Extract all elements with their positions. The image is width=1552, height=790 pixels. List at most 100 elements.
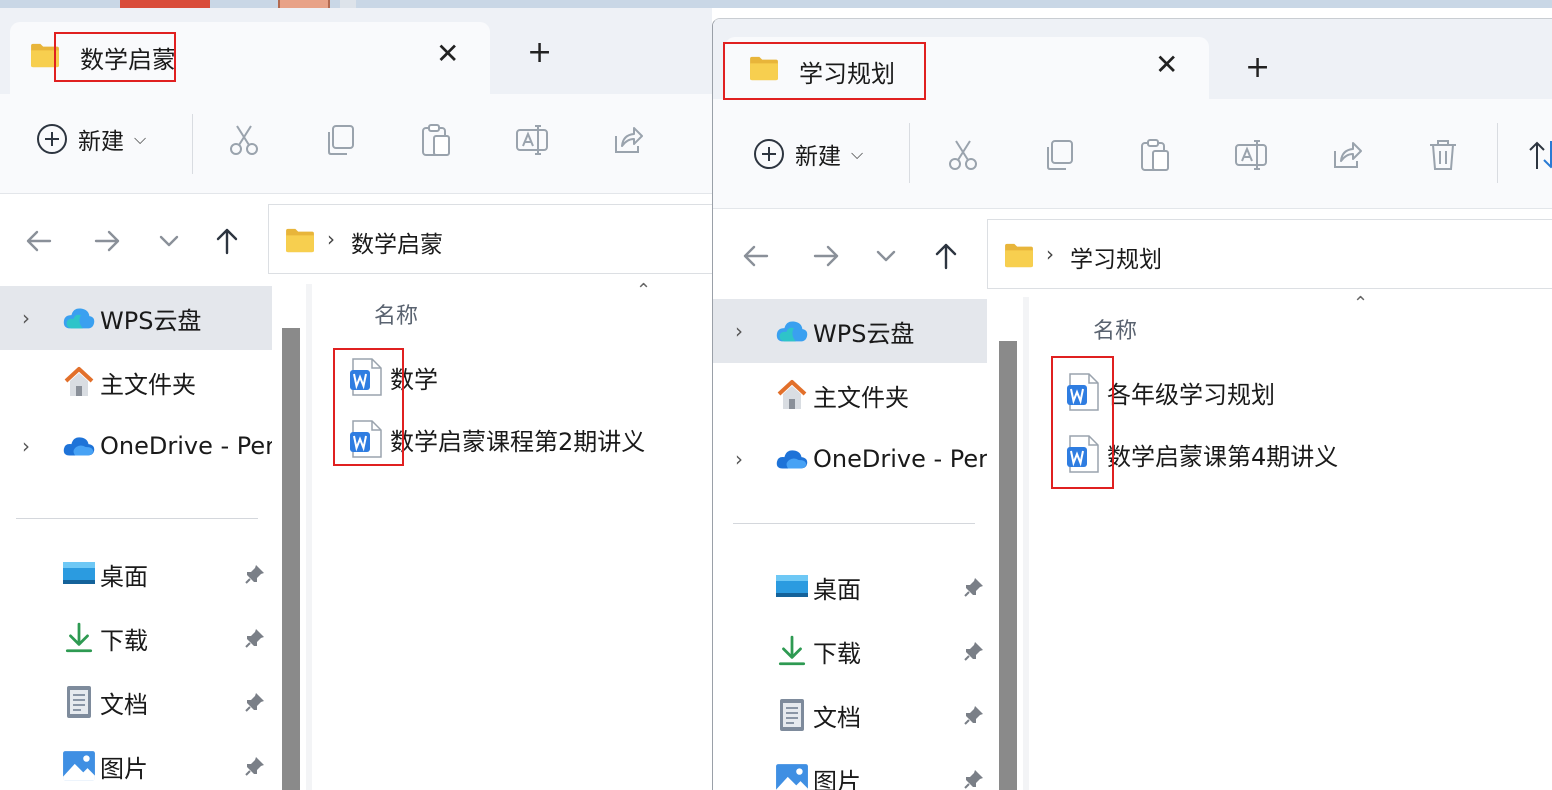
nav-item-downloads[interactable]: 下载: [713, 619, 987, 683]
chevron-down-icon: ⌵: [134, 129, 147, 148]
wps-cloud-icon: [775, 314, 809, 348]
back-arrow-icon[interactable]: [22, 224, 56, 258]
recent-locations-chevron-icon[interactable]: [152, 224, 186, 258]
nav-label: OneDrive - Pers: [100, 432, 272, 460]
close-tab-icon[interactable]: ✕: [1155, 51, 1178, 79]
folder-icon: [285, 227, 315, 253]
up-arrow-icon[interactable]: [929, 239, 963, 273]
plus-circle-icon: [36, 123, 68, 155]
breadcrumb-separator: ›: [327, 227, 335, 251]
toolbar-separator: [909, 123, 910, 183]
nav-label: 主文件夹: [813, 383, 909, 412]
nav-label: OneDrive - Pers: [813, 445, 987, 473]
cut-icon[interactable]: [945, 137, 981, 173]
address-bar[interactable]: › 数学启蒙: [268, 204, 712, 274]
nav-pane-scrollbar[interactable]: [999, 341, 1017, 790]
documents-icon: [775, 698, 809, 732]
nav-label: 下载: [813, 639, 861, 668]
nav-item-pictures[interactable]: 图片: [713, 747, 987, 790]
back-arrow-icon[interactable]: [739, 239, 773, 273]
new-tab-button[interactable]: +: [527, 38, 552, 68]
nav-pane-scrollbar[interactable]: [282, 328, 300, 790]
pictures-icon: [62, 749, 96, 783]
documents-icon: [62, 685, 96, 719]
pin-icon[interactable]: [244, 563, 266, 585]
desktop-icon: [62, 557, 96, 591]
forward-arrow-icon[interactable]: [90, 224, 124, 258]
close-tab-icon[interactable]: ✕: [436, 40, 459, 68]
nav-label: 图片: [813, 767, 861, 790]
pin-icon[interactable]: [244, 627, 266, 649]
address-bar[interactable]: › 学习规划: [987, 219, 1552, 289]
expand-chevron-icon[interactable]: ›: [22, 434, 30, 458]
pin-icon[interactable]: [963, 576, 985, 598]
pin-icon[interactable]: [963, 704, 985, 726]
share-icon[interactable]: [610, 122, 646, 158]
trash-icon[interactable]: [1425, 137, 1461, 173]
breadcrumb-current-folder[interactable]: 数学启蒙: [351, 225, 443, 259]
new-button[interactable]: 新建 ⌵: [36, 122, 146, 156]
home-icon: [62, 365, 96, 399]
nav-label: 桌面: [813, 575, 861, 604]
pane-divider[interactable]: [1023, 297, 1029, 790]
pin-icon[interactable]: [963, 768, 985, 790]
address-row: › 学习规划: [713, 209, 1552, 297]
expand-chevron-icon[interactable]: ›: [735, 447, 743, 471]
file-name: 数学启蒙课程第2期讲义: [390, 427, 646, 456]
home-icon: [775, 378, 809, 412]
column-header-name[interactable]: 名称: [374, 298, 418, 330]
up-arrow-icon[interactable]: [210, 224, 244, 258]
expand-chevron-icon[interactable]: ›: [22, 306, 30, 330]
pin-icon[interactable]: [244, 691, 266, 713]
nav-item-desktop[interactable]: 桌面: [0, 542, 272, 606]
paste-icon[interactable]: [418, 122, 454, 158]
sort-icon[interactable]: [1525, 137, 1552, 173]
nav-item-documents[interactable]: 文档: [0, 670, 272, 734]
nav-item-downloads[interactable]: 下载: [0, 606, 272, 670]
pin-icon[interactable]: [963, 640, 985, 662]
folder-icon: [1004, 242, 1034, 268]
nav-item-desktop[interactable]: 桌面: [713, 555, 987, 619]
background-app-tab: [120, 0, 210, 8]
nav-item-wps-cloud[interactable]: › WPS云盘: [713, 299, 987, 363]
new-tab-button[interactable]: +: [1245, 53, 1270, 83]
copy-icon[interactable]: [322, 122, 358, 158]
toolbar-separator: [192, 114, 193, 174]
nav-item-home[interactable]: 主文件夹: [0, 350, 272, 414]
column-header-name[interactable]: 名称: [1093, 313, 1137, 345]
paste-icon[interactable]: [1137, 137, 1173, 173]
forward-arrow-icon[interactable]: [809, 239, 843, 273]
breadcrumb-separator: ›: [1046, 242, 1054, 266]
nav-item-onedrive[interactable]: › OneDrive - Pers: [0, 414, 272, 478]
nav-item-wps-cloud[interactable]: › WPS云盘: [0, 286, 272, 350]
command-bar: 新建 ⌵: [713, 99, 1552, 209]
highlight-box-files-math: [333, 348, 404, 466]
nav-label: 图片: [100, 754, 148, 783]
plus-circle-icon: [753, 138, 785, 170]
pane-divider[interactable]: [306, 284, 312, 790]
nav-item-onedrive[interactable]: › OneDrive - Pers: [713, 427, 987, 491]
share-icon[interactable]: [1329, 137, 1365, 173]
navigation-pane: › WPS云盘 主文件夹 › OneDrive - Pers 桌面 下载 文档: [0, 284, 300, 790]
nav-item-pictures[interactable]: 图片: [0, 734, 272, 790]
pin-icon[interactable]: [244, 755, 266, 777]
expand-chevron-icon[interactable]: ›: [735, 319, 743, 343]
nav-item-home[interactable]: 主文件夹: [713, 363, 987, 427]
nav-label: 下载: [100, 626, 148, 655]
explorer-window-study-plan: 学习规划 ✕ + 新建 ⌵ › 学习规划 › WPS云盘 主文件夹 › OneD…: [712, 18, 1552, 790]
onedrive-cloud-icon: [775, 442, 809, 476]
nav-item-documents[interactable]: 文档: [713, 683, 987, 747]
cut-icon[interactable]: [226, 122, 262, 158]
command-bar: 新建 ⌵: [0, 94, 712, 194]
nav-label: WPS云盘: [813, 319, 915, 348]
new-button[interactable]: 新建 ⌵: [753, 137, 863, 171]
rename-icon[interactable]: [514, 122, 550, 158]
highlight-box-files-study-plan: [1051, 356, 1114, 489]
recent-locations-chevron-icon[interactable]: [869, 239, 903, 273]
file-name: 各年级学习规划: [1107, 380, 1275, 409]
sort-caret-icon: ⌃: [636, 280, 652, 301]
breadcrumb-current-folder[interactable]: 学习规划: [1070, 240, 1162, 274]
copy-icon[interactable]: [1041, 137, 1077, 173]
highlight-box-tab-math: [54, 32, 176, 82]
rename-icon[interactable]: [1233, 137, 1269, 173]
